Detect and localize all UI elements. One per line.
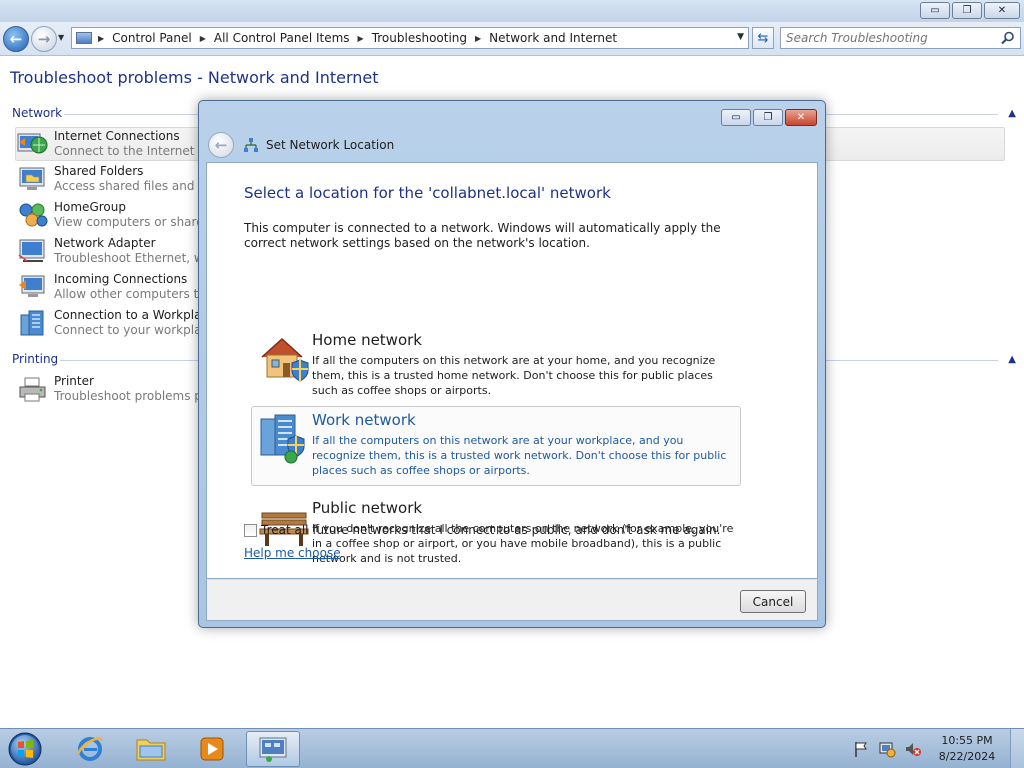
shared-folders-icon xyxy=(19,167,45,190)
dialog-body: Select a location for the 'collabnet.loc… xyxy=(206,162,818,579)
dialog-footer: Cancel xyxy=(206,579,818,621)
volume-muted-icon[interactable] xyxy=(904,740,922,758)
home-icon xyxy=(261,337,309,382)
chevron-right-icon[interactable]: ▶ xyxy=(98,34,104,43)
chevron-right-icon[interactable]: ▶ xyxy=(475,34,481,43)
breadcrumb-network-internet[interactable]: Network and Internet xyxy=(489,31,617,45)
item-title: Printer xyxy=(54,374,94,388)
action-center-flag-icon[interactable] xyxy=(852,740,870,758)
work-network-option[interactable]: Work network If all the computers on thi… xyxy=(251,406,741,486)
show-desktop-button[interactable] xyxy=(1010,729,1024,768)
search-input[interactable] xyxy=(786,29,998,47)
item-description: Connect to your workplace xyxy=(54,323,216,337)
dialog-title: Set Network Location xyxy=(266,138,395,152)
page-title: Troubleshoot problems - Network and Inte… xyxy=(10,68,379,87)
window-titlebar[interactable]: ▭ ❐ ✕ xyxy=(0,0,1024,22)
taskbar-control-panel[interactable] xyxy=(246,731,300,767)
item-description: Allow other computers to c xyxy=(54,287,217,301)
back-button[interactable]: ← xyxy=(3,26,29,52)
chevron-up-icon[interactable]: ▲ xyxy=(1008,354,1016,365)
network-status-icon[interactable] xyxy=(878,740,896,758)
homegroup-icon xyxy=(19,203,48,227)
group-header-printing[interactable]: Printing xyxy=(12,352,58,366)
dialog-close-button[interactable]: ✕ xyxy=(785,109,817,126)
back-arrow-icon: ← xyxy=(9,30,23,48)
checkbox-label[interactable]: Treat all future networks that I connect… xyxy=(261,523,720,537)
option-title: Public network xyxy=(312,499,423,517)
taskbar-media-player[interactable] xyxy=(185,731,239,767)
system-tray: 10:55 PM 8/22/2024 xyxy=(852,729,1024,768)
chevron-right-icon[interactable]: ▶ xyxy=(200,34,206,43)
internet-explorer-icon xyxy=(76,737,103,761)
dialog-heading: Select a location for the 'collabnet.loc… xyxy=(244,184,611,202)
recent-pages-dropdown-icon[interactable]: ▼ xyxy=(58,33,64,42)
breadcrumb-all-items[interactable]: All Control Panel Items xyxy=(214,31,350,45)
workplace-icon xyxy=(20,310,44,336)
start-button[interactable] xyxy=(3,730,47,768)
option-title: Home network xyxy=(312,331,422,349)
taskbar-windows-explorer[interactable] xyxy=(124,731,178,767)
option-description: If all the computers on this network are… xyxy=(312,354,716,397)
control-panel-icon xyxy=(259,737,287,762)
group-header-network[interactable]: Network xyxy=(12,106,62,120)
refresh-button[interactable]: ⇆ xyxy=(752,27,774,49)
address-toolbar: ← → ▼ ▶ Control Panel ▶ All Control Pane… xyxy=(0,22,1024,56)
item-description: Troubleshoot Ethernet, wire xyxy=(54,251,220,265)
dialog-minimize-button[interactable]: ▭ xyxy=(721,109,751,126)
item-title: HomeGroup xyxy=(54,200,126,214)
system-clock[interactable]: 10:55 PM 8/22/2024 xyxy=(930,733,1004,765)
item-title: Shared Folders xyxy=(54,164,144,178)
home-network-option[interactable]: Home network If all the computers on thi… xyxy=(252,327,742,407)
refresh-icon: ⇆ xyxy=(757,30,769,46)
clock-time: 10:55 PM xyxy=(941,734,993,747)
taskbar-internet-explorer[interactable] xyxy=(63,731,117,767)
network-adapter-icon xyxy=(18,239,45,262)
item-description: Connect to the Internet or t xyxy=(54,144,220,158)
media-player-icon xyxy=(200,737,224,761)
set-network-location-dialog[interactable]: ▭ ❐ ✕ ← Set Network Location Select a lo… xyxy=(198,100,826,628)
dialog-caption-buttons: ▭ ❐ ✕ xyxy=(721,109,817,126)
forward-arrow-icon: → xyxy=(37,30,51,48)
item-description: View computers or shared f xyxy=(54,215,220,229)
item-title: Incoming Connections xyxy=(54,272,188,286)
clock-date: 8/22/2024 xyxy=(938,750,996,763)
address-bar[interactable]: ▶ Control Panel ▶ All Control Panel Item… xyxy=(71,27,749,49)
breadcrumb-troubleshooting[interactable]: Troubleshooting xyxy=(372,31,467,45)
item-description: Troubleshoot problems pre xyxy=(54,389,214,403)
item-title: Connection to a Workplace xyxy=(54,308,216,322)
search-box[interactable] xyxy=(780,27,1021,49)
printer-icon xyxy=(19,377,46,402)
help-me-choose-link[interactable]: Help me choose xyxy=(244,546,341,560)
item-description: Access shared files and fold xyxy=(54,179,221,193)
back-arrow-icon: ← xyxy=(214,136,228,154)
treat-as-public-checkbox[interactable] xyxy=(244,523,257,537)
option-title: Work network xyxy=(312,411,416,429)
network-icon xyxy=(244,138,258,152)
minimize-button[interactable]: ▭ xyxy=(920,2,950,19)
item-title: Internet Connections xyxy=(54,129,180,143)
folder-icon xyxy=(136,739,166,761)
treat-as-public-checkbox-row[interactable]: Treat all future networks that I connect… xyxy=(244,523,720,537)
option-description: If all the computers on this network are… xyxy=(312,434,727,477)
address-dropdown-icon[interactable]: ▼ xyxy=(737,32,744,42)
incoming-connections-icon xyxy=(19,275,45,297)
forward-button[interactable]: → xyxy=(31,26,57,52)
cancel-button[interactable]: Cancel xyxy=(740,590,806,613)
restore-button[interactable]: ❐ xyxy=(952,2,982,19)
chevron-up-icon[interactable]: ▲ xyxy=(1008,108,1016,119)
close-button[interactable]: ✕ xyxy=(984,2,1020,19)
breadcrumb-control-panel[interactable]: Control Panel xyxy=(112,31,192,45)
dialog-back-button[interactable]: ← xyxy=(208,132,234,158)
search-icon[interactable] xyxy=(1001,31,1015,45)
taskbar: 10:55 PM 8/22/2024 xyxy=(0,728,1024,768)
item-title: Network Adapter xyxy=(54,236,156,250)
dialog-maximize-button[interactable]: ❐ xyxy=(753,109,783,126)
internet-connections-icon xyxy=(17,133,48,154)
window-caption-buttons: ▭ ❐ ✕ xyxy=(920,2,1020,19)
chevron-right-icon[interactable]: ▶ xyxy=(358,34,364,43)
office-building-icon xyxy=(260,414,305,464)
dialog-intro-text: This computer is connected to a network.… xyxy=(244,221,721,250)
control-panel-icon xyxy=(76,32,92,44)
